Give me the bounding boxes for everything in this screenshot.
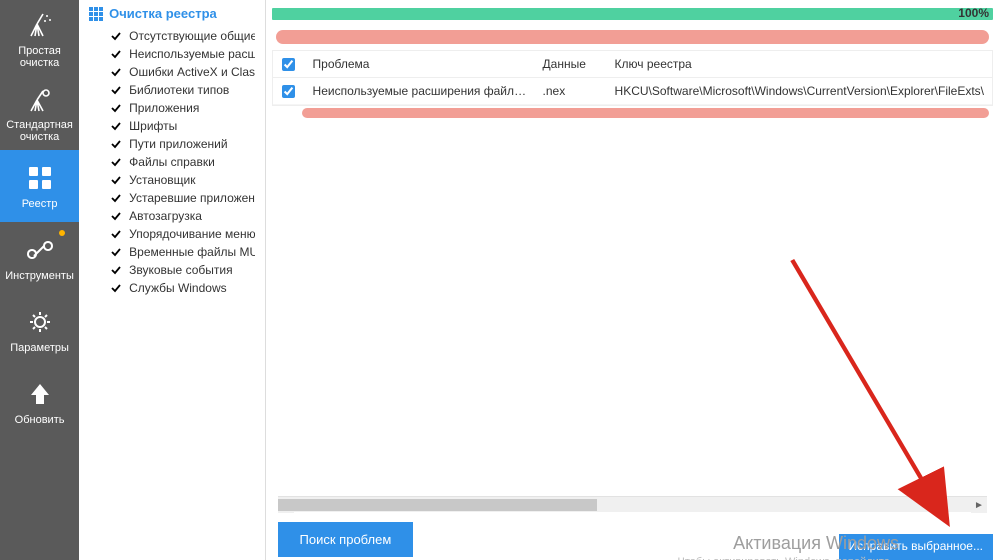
scrollbar-thumb[interactable] [278, 499, 597, 511]
category-item[interactable]: Упорядочивание меню Пуск [89, 225, 254, 243]
checkmark-icon [111, 139, 121, 149]
search-problems-button[interactable]: Поиск проблем [278, 522, 414, 557]
category-label: Службы Windows [129, 281, 226, 295]
registry-categories-panel: Очистка реестра Отсутствующие общие DLL Н… [79, 0, 265, 560]
main-area: 100% Проблема Данные Ключ реестра Неиспо… [266, 0, 999, 560]
category-item[interactable]: Пути приложений [89, 135, 254, 153]
progress-bar-fill [272, 8, 993, 20]
footer-bar: Поиск проблем Исправить выбранное... [272, 512, 993, 560]
category-label: Временные файлы MUI [129, 245, 254, 259]
sidebar-label: Инструменты [5, 270, 74, 282]
sidebar-label: Стандартная очистка [4, 119, 75, 143]
category-label: Установщик [129, 173, 195, 187]
sidebar-item-update[interactable]: Обновить [0, 366, 79, 438]
panel-title: Очистка реестра [109, 6, 217, 21]
category-item[interactable]: Отсутствующие общие DLL [89, 27, 254, 45]
fix-button-label: Исправить выбранное... [849, 539, 983, 553]
category-label: Устаревшие приложения [129, 191, 254, 205]
table-row[interactable]: Неиспользуемые расширения файлов.nexHKCU… [273, 78, 992, 105]
header-checkbox-cell [273, 52, 305, 77]
category-item[interactable]: Библиотеки типов [89, 81, 254, 99]
broom-gear-icon [24, 85, 56, 115]
checkmark-icon [111, 103, 121, 113]
grid-icon [89, 7, 103, 21]
checkmark-icon [111, 157, 121, 167]
horizontal-scrollbar[interactable]: ◄ ► [278, 496, 987, 512]
row-checkbox[interactable] [282, 85, 295, 98]
category-item[interactable]: Файлы справки [89, 153, 254, 171]
category-label: Библиотеки типов [129, 83, 229, 97]
sidebar-item-settings[interactable]: Параметры [0, 294, 79, 366]
category-item[interactable]: Службы Windows [89, 279, 254, 297]
wrench-icon [24, 234, 56, 266]
category-label: Упорядочивание меню Пуск [129, 227, 254, 241]
sidebar-item-standard-clean[interactable]: Стандартная очистка [0, 78, 79, 150]
category-item[interactable]: Неиспользуемые расширения фа [89, 45, 254, 63]
row-data: .nex [535, 78, 607, 104]
sidebar-label: Обновить [15, 414, 65, 426]
category-item[interactable]: Приложения [89, 99, 254, 117]
checkmark-icon [111, 85, 121, 95]
checkmark-icon [111, 175, 121, 185]
panel-title-row: Очистка реестра [89, 6, 254, 21]
annotation-highlight-icon [276, 30, 989, 44]
broom-sparkle-icon [24, 9, 56, 41]
category-item[interactable]: Временные файлы MUI [89, 243, 254, 261]
scan-progress: 100% [272, 8, 993, 24]
checkmark-icon [111, 211, 121, 221]
category-item[interactable]: Установщик [89, 171, 254, 189]
checkmark-icon [111, 193, 121, 203]
category-label: Пути приложений [129, 137, 227, 151]
header-problem[interactable]: Проблема [305, 51, 535, 77]
sidebar-item-tools[interactable]: Инструменты [0, 222, 79, 294]
checkmark-icon [111, 31, 121, 41]
category-item[interactable]: Звуковые события [89, 261, 254, 279]
sidebar-label: Параметры [10, 342, 69, 354]
checkmark-icon [111, 49, 121, 59]
gear-icon [24, 306, 56, 338]
sidebar-label: Простая очистка [4, 45, 75, 69]
category-label: Приложения [129, 101, 199, 115]
arrow-up-icon [24, 378, 56, 410]
category-label: Шрифты [129, 119, 177, 133]
header-data[interactable]: Данные [535, 51, 607, 77]
progress-percent: 100% [958, 6, 989, 20]
checkmark-icon [111, 121, 121, 131]
category-item[interactable]: Ошибки ActiveX и Class [89, 63, 254, 81]
update-dot-icon [59, 230, 65, 236]
issues-table: Проблема Данные Ключ реестра Неиспользуе… [272, 50, 993, 106]
checkmark-icon [111, 67, 121, 77]
category-label: Неиспользуемые расширения фа [129, 47, 254, 61]
scroll-right-arrow-icon[interactable]: ► [971, 497, 987, 513]
category-item[interactable]: Автозагрузка [89, 207, 254, 225]
table-header-row: Проблема Данные Ключ реестра [273, 51, 992, 78]
sidebar-item-easy-clean[interactable]: Простая очистка [0, 0, 79, 78]
category-label: Ошибки ActiveX и Class [129, 65, 254, 79]
annotation-highlight-icon [302, 108, 989, 118]
category-list: Отсутствующие общие DLL Неиспользуемые ра… [89, 27, 254, 297]
header-registry-key[interactable]: Ключ реестра [607, 51, 992, 77]
left-sidebar: Простая очистка Стандартная очистка Реес… [0, 0, 79, 560]
row-problem: Неиспользуемые расширения файлов [305, 78, 535, 104]
category-label: Отсутствующие общие DLL [129, 29, 254, 43]
category-label: Автозагрузка [129, 209, 202, 223]
sidebar-item-registry[interactable]: Реестр [0, 150, 79, 222]
checkmark-icon [111, 229, 121, 239]
select-all-checkbox[interactable] [282, 58, 295, 71]
row-key: HKCU\Software\Microsoft\Windows\CurrentV… [607, 78, 992, 104]
sidebar-label: Реестр [22, 198, 58, 210]
category-item[interactable]: Устаревшие приложения [89, 189, 254, 207]
checkmark-icon [111, 247, 121, 257]
category-item[interactable]: Шрифты [89, 117, 254, 135]
category-label: Звуковые события [129, 263, 232, 277]
checkmark-icon [111, 265, 121, 275]
tiles-icon [24, 162, 56, 194]
fix-selected-button[interactable]: Исправить выбранное... [839, 534, 993, 560]
category-label: Файлы справки [129, 155, 215, 169]
checkmark-icon [111, 283, 121, 293]
